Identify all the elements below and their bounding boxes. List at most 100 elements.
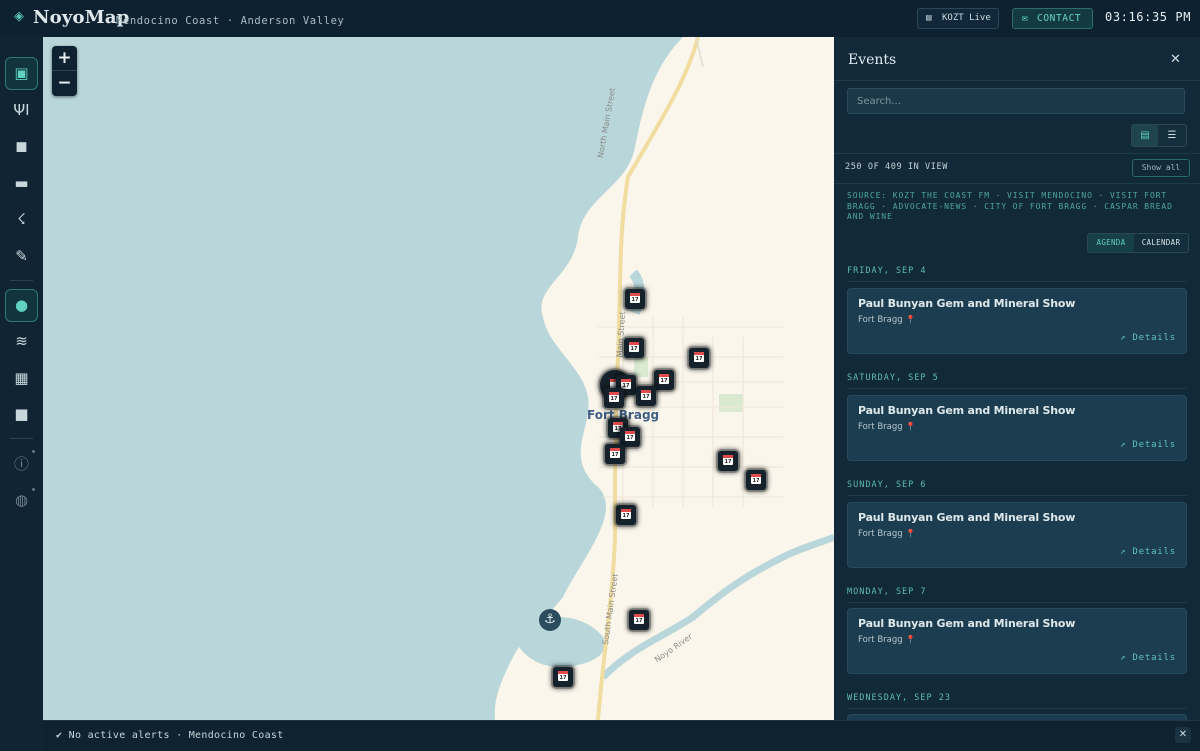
sidebar-item-ferry[interactable]: ▦ (5, 362, 38, 395)
sidebar-item-shopping[interactable]: ◼ (5, 130, 38, 163)
mail-icon: ✉ (1022, 13, 1029, 24)
card-view-icon: ▤ (1140, 130, 1150, 141)
event-details-link[interactable]: ↗ Details (1120, 333, 1176, 343)
sidebar-item-places[interactable]: ● (5, 289, 38, 322)
radio-live-label: KOZT Live (942, 13, 991, 23)
park-area (634, 357, 648, 377)
zoom-out-button[interactable]: − (52, 71, 77, 96)
event-marker[interactable]: 17 (616, 505, 636, 525)
zoom-in-button[interactable]: + (52, 46, 77, 71)
event-location: Fort Bragg 📍 (858, 422, 916, 432)
clock: 03:16:35 PM (1105, 10, 1192, 24)
panel-close-button[interactable]: ✕ (1170, 52, 1181, 67)
sidebar-item-events[interactable]: ▣ (5, 57, 38, 90)
event-marker[interactable]: 17 (624, 338, 644, 358)
radio-icon: ▤ (926, 13, 932, 23)
event-marker[interactable]: 17 (604, 388, 624, 408)
event-card[interactable]: Paul Bunyan Gem and Mineral Show Fort Br… (847, 395, 1187, 461)
sidebar-item-dining[interactable]: ΨΙ (5, 94, 38, 127)
event-card[interactable] (847, 714, 1187, 720)
app-subtitle: Mendocino Coast · Anderson Valley (116, 15, 345, 27)
panel-divider (834, 80, 1200, 81)
train-icon: ◍ (14, 491, 29, 509)
sidebar-item-arts[interactable]: ✎ (5, 240, 38, 273)
agenda-calendar-toggle: AGENDA CALENDAR (1087, 233, 1189, 253)
alert-status-text: ✔ No active alerts · Mendocino Coast (56, 730, 284, 741)
day-heading: FRIDAY, SEP 4 (847, 266, 927, 276)
event-marker[interactable]: 17 (689, 348, 709, 368)
map-view[interactable]: + − North Main Street Main Street South … (43, 37, 834, 720)
day-divider (847, 495, 1187, 496)
brush-icon: ✎ (15, 247, 28, 265)
ferry-icon: ▦ (14, 369, 29, 387)
event-details-link[interactable]: ↗ Details (1120, 440, 1176, 450)
day-divider (847, 602, 1187, 603)
sidebar-item-tides[interactable]: ≋ (5, 325, 38, 358)
event-marker[interactable]: 17 (746, 470, 766, 490)
event-card[interactable]: Paul Bunyan Gem and Mineral Show Fort Br… (847, 502, 1187, 568)
map-base (494, 37, 834, 720)
event-marker[interactable]: 17 (629, 610, 649, 630)
alert-close-button[interactable]: ✕ (1175, 727, 1191, 743)
event-location: Fort Bragg 📍 (858, 315, 916, 325)
location-pin-icon: ● (14, 296, 29, 314)
event-title: Paul Bunyan Gem and Mineral Show (858, 511, 1076, 524)
sidebar-item-hiking[interactable]: ☇ (5, 203, 38, 236)
diamond-icon: ◈ (14, 9, 24, 24)
panel-divider (834, 183, 1200, 184)
list-view-icon: ☰ (1167, 130, 1177, 141)
show-all-button[interactable]: Show all (1132, 159, 1190, 177)
event-location: Fort Bragg 📍 (858, 529, 916, 539)
event-card[interactable]: Paul Bunyan Gem and Mineral Show Fort Br… (847, 608, 1187, 674)
event-card[interactable]: Paul Bunyan Gem and Mineral Show Fort Br… (847, 288, 1187, 354)
events-panel: Events ✕ Search... ▤ ☰ 250 OF 409 IN VIE… (834, 37, 1200, 720)
card-view-button[interactable]: ▤ (1132, 125, 1158, 146)
day-heading: SATURDAY, SEP 5 (847, 373, 939, 383)
event-marker[interactable]: 17 (654, 370, 674, 390)
list-view-button[interactable]: ☰ (1159, 125, 1185, 146)
event-details-link[interactable]: ↗ Details (1120, 547, 1176, 557)
fork-knife-icon: ΨΙ (13, 101, 30, 119)
calendar-tab[interactable]: CALENDAR (1134, 234, 1188, 252)
alert-bar: ✔ No active alerts · Mendocino Coast ✕ (43, 720, 1200, 751)
day-divider (847, 708, 1187, 709)
day-divider (847, 281, 1187, 282)
zoom-control: + − (52, 46, 77, 96)
sidebar-divider (10, 280, 33, 281)
event-search-input[interactable]: Search... (847, 88, 1185, 114)
event-marker[interactable]: 17 (718, 451, 738, 471)
pin-icon: 📍 (905, 529, 916, 538)
category-sidebar: ▣ ΨΙ ◼ ▬ ☇ ✎ ● ≋ ▦ ■ ⓘ ◍ (0, 37, 44, 750)
contact-label: CONTACT (1037, 13, 1082, 24)
event-title: Paul Bunyan Gem and Mineral Show (858, 297, 1076, 310)
pin-icon: 📍 (905, 422, 916, 431)
notification-dot (32, 488, 35, 491)
sidebar-item-lodging[interactable]: ▬ (5, 167, 38, 200)
top-bar: ◈ NoyoMap Mendocino Coast · Anderson Val… (0, 0, 1200, 38)
pin-icon: 📍 (905, 315, 916, 324)
waves-icon: ≋ (15, 332, 28, 350)
event-details-link[interactable]: ↗ Details (1120, 653, 1176, 663)
panel-divider (834, 153, 1200, 154)
park-area (719, 394, 743, 412)
video-camera-icon: ■ (14, 405, 29, 423)
sidebar-item-webcams[interactable]: ■ (5, 398, 38, 431)
info-icon: ⓘ (13, 455, 29, 473)
event-location: Fort Bragg 📍 (858, 635, 916, 645)
day-heading: MONDAY, SEP 7 (847, 587, 927, 597)
event-marker[interactable]: 17 (605, 444, 625, 464)
day-heading: WEDNESDAY, SEP 23 (847, 693, 951, 703)
contact-button[interactable]: ✉ CONTACT (1012, 8, 1093, 29)
agenda-tab[interactable]: AGENDA (1088, 234, 1134, 252)
event-marker[interactable]: 17 (636, 386, 656, 406)
day-divider (847, 388, 1187, 389)
event-title: Paul Bunyan Gem and Mineral Show (858, 404, 1076, 417)
harbor-anchor-icon[interactable]: ⚓ (539, 609, 561, 631)
event-marker[interactable]: 17 (625, 289, 645, 309)
event-marker[interactable]: 17 (553, 667, 573, 687)
bed-icon: ▬ (14, 174, 29, 192)
day-heading: SUNDAY, SEP 6 (847, 480, 927, 490)
source-list: SOURCE: KOZT THE COAST FM · VISIT MENDOC… (847, 191, 1173, 221)
radio-live-button[interactable]: ▤ KOZT Live (917, 8, 999, 29)
events-count: 250 OF 409 IN VIEW (845, 162, 948, 172)
